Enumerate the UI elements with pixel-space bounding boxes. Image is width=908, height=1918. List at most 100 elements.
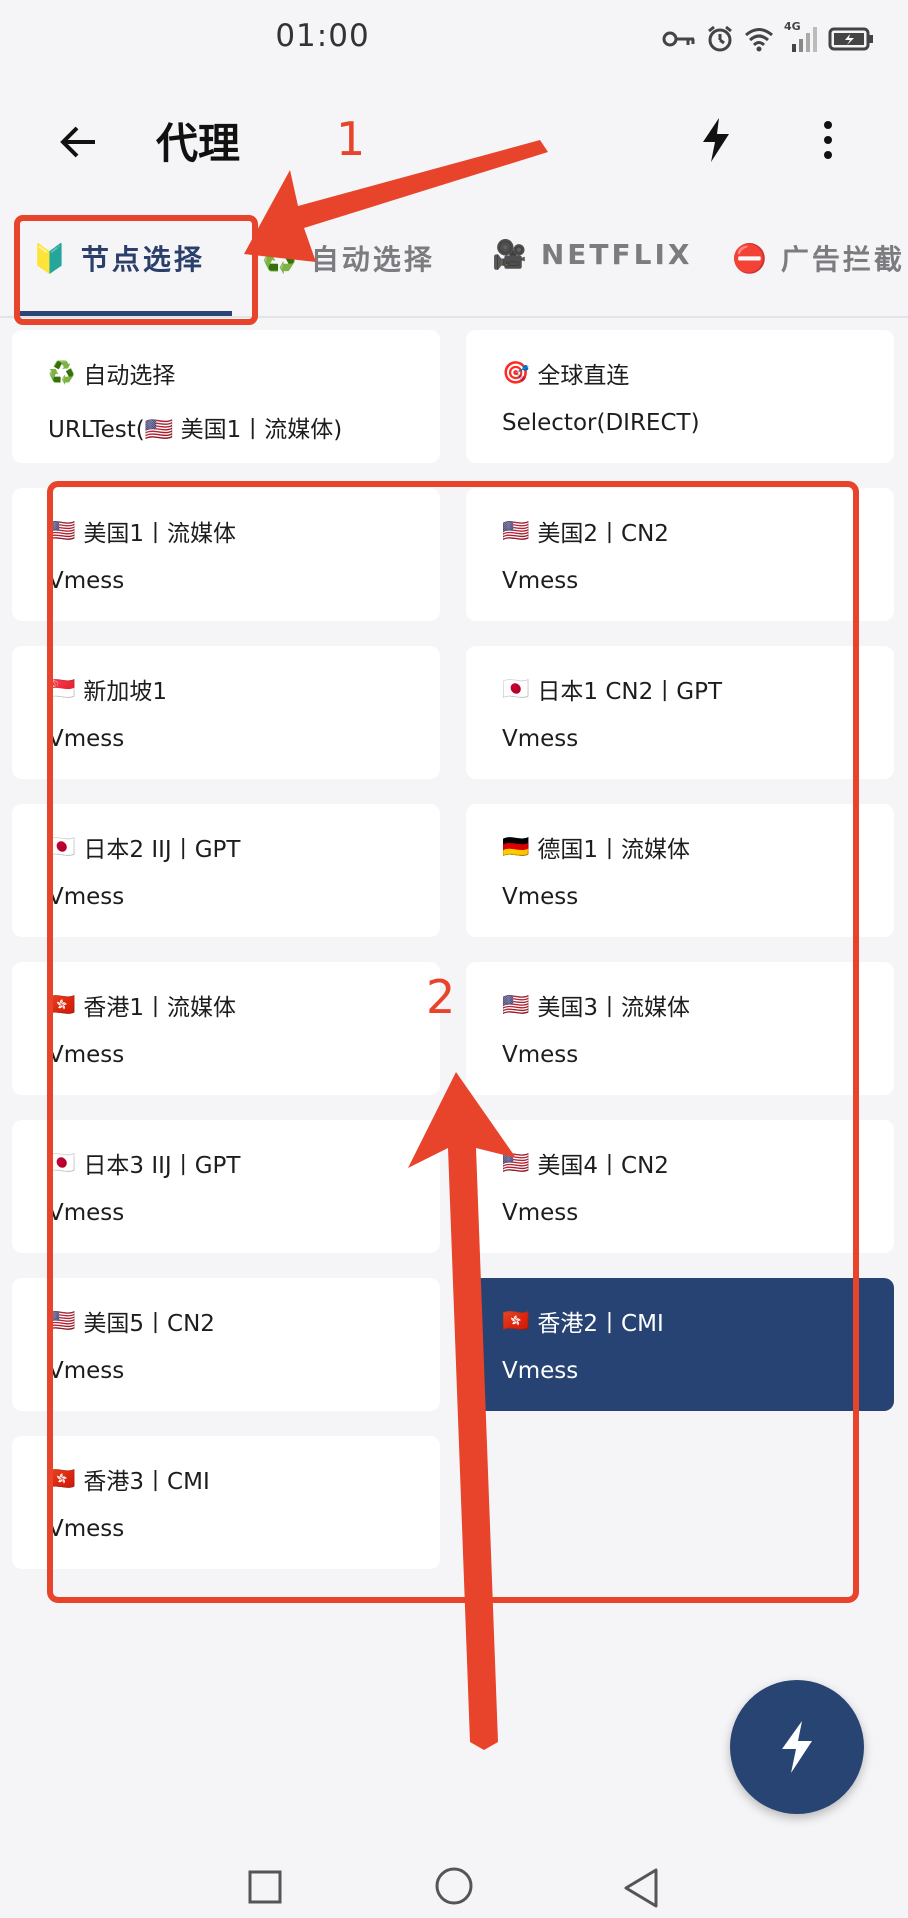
proxy-type: Vmess <box>48 1358 125 1384</box>
proxy-card[interactable]: 🇯🇵 日本3 IIJ丨GPT Vmess <box>12 1120 440 1253</box>
flag-de-icon: 🇩🇪 <box>502 834 530 860</box>
recycle-icon: ♻️ <box>262 241 297 275</box>
page-title: 代理 <box>156 119 241 168</box>
proxy-card[interactable]: 🇺🇸 美国3丨流媒体 Vmess <box>466 962 894 1095</box>
proxy-name: 🇯🇵 日本2 IIJ丨GPT <box>48 830 440 864</box>
proxy-name: 🇺🇸 美国3丨流媒体 <box>502 988 894 1022</box>
proxy-card[interactable]: ♻️ 自动选择 URLTest(🇺🇸 美国1丨流媒体) <box>12 330 440 463</box>
proxy-name-text: 美国2丨CN2 <box>537 521 669 547</box>
proxy-card[interactable]: 🇭🇰 香港3丨CMI Vmess <box>12 1436 440 1569</box>
recycle-icon: ♻️ <box>48 360 76 386</box>
proxy-type: Vmess <box>48 1200 125 1226</box>
tab-label: 自动选择 <box>310 243 435 276</box>
status-icons: 4G <box>662 20 874 56</box>
proxy-card[interactable]: 🇸🇬 新加坡1 Vmess <box>12 646 440 779</box>
tab-node-select[interactable]: 🔰 节点选择 <box>32 238 205 278</box>
proxy-card[interactable]: 🇯🇵 日本2 IIJ丨GPT Vmess <box>12 804 440 937</box>
proxy-name: 🇭🇰 香港1丨流媒体 <box>48 988 440 1022</box>
proxy-type: Vmess <box>502 726 579 752</box>
flag-us-icon: 🇺🇸 <box>48 1308 76 1334</box>
proxy-type: Vmess <box>502 1358 579 1384</box>
wifi-icon <box>744 26 774 52</box>
proxy-type: Vmess <box>502 884 579 910</box>
more-options-button[interactable] <box>800 112 856 168</box>
proxy-card[interactable]: 🇺🇸 美国4丨CN2 Vmess <box>466 1120 894 1253</box>
proxy-card[interactable]: 🎯 全球直连 Selector(DIRECT) <box>466 330 894 463</box>
proxy-name: 🇺🇸 美国5丨CN2 <box>48 1304 440 1338</box>
proxy-name: 🇯🇵 日本3 IIJ丨GPT <box>48 1146 440 1180</box>
proxy-name-text: 美国4丨CN2 <box>537 1153 669 1179</box>
tab-auto-select[interactable]: ♻️ 自动选择 <box>262 238 435 278</box>
flag-us-icon: 🇺🇸 <box>502 518 530 544</box>
proxy-card[interactable]: 🇺🇸 美国2丨CN2 Vmess <box>466 488 894 621</box>
proxy-name: 🇺🇸 美国4丨CN2 <box>502 1146 894 1180</box>
proxy-name: 🎯 全球直连 <box>502 356 894 390</box>
tab-label: 广告拦截 <box>780 243 905 276</box>
tab-indicator <box>14 311 232 316</box>
proxy-type: Vmess <box>502 1042 579 1068</box>
beginner-badge-icon: 🔰 <box>32 241 67 275</box>
recents-nav-button[interactable] <box>246 1868 296 1918</box>
proxy-card-selected[interactable]: 🇭🇰 香港2丨CMI Vmess <box>466 1278 894 1411</box>
flag-hk-icon: 🇭🇰 <box>502 1308 530 1334</box>
flag-us-icon: 🇺🇸 <box>502 1150 530 1176</box>
tab-ad-block[interactable]: ⛔ 广告拦截 <box>732 238 905 278</box>
signal-4g-icon: 4G <box>784 20 818 54</box>
tab-label: 节点选择 <box>80 243 205 276</box>
proxy-type: Vmess <box>502 568 579 594</box>
annotation-label-1: 1 <box>336 112 366 166</box>
home-nav-button[interactable] <box>432 1864 482 1914</box>
tab-label: NETFLIX <box>540 238 693 271</box>
app-bar: 代理 <box>0 96 908 180</box>
arrow-back-icon <box>60 126 95 158</box>
speed-test-fab[interactable] <box>730 1680 864 1814</box>
flag-jp-icon: 🇯🇵 <box>48 1150 76 1176</box>
no-entry-icon: ⛔ <box>732 241 767 275</box>
proxy-name-text: 香港1丨流媒体 <box>83 995 237 1021</box>
key-icon <box>662 29 696 49</box>
back-nav-button[interactable] <box>622 1866 672 1916</box>
status-bar: 01:00 4G <box>0 0 908 76</box>
flag-sg-icon: 🇸🇬 <box>48 676 76 702</box>
proxy-name-text: 自动选择 <box>83 363 176 389</box>
proxy-name-text: 日本2 IIJ丨GPT <box>83 837 241 863</box>
triangle-back-icon <box>624 1868 658 1908</box>
speed-test-button[interactable] <box>688 112 744 168</box>
proxy-name-text: 日本1 CN2丨GPT <box>537 679 722 705</box>
proxy-type: Vmess <box>48 1042 125 1068</box>
flag-jp-icon: 🇯🇵 <box>48 834 76 860</box>
proxy-type: Vmess <box>48 1516 125 1542</box>
proxy-card[interactable]: 🇯🇵 日本1 CN2丨GPT Vmess <box>466 646 894 779</box>
proxy-type: Vmess <box>48 884 125 910</box>
proxy-name-text: 德国1丨流媒体 <box>537 837 691 863</box>
proxy-name-text: 美国1丨流媒体 <box>83 521 237 547</box>
battery-icon <box>828 26 874 52</box>
proxy-name-text: 美国3丨流媒体 <box>537 995 691 1021</box>
tab-bar: 🔰 节点选择 ♻️ 自动选择 🎥 NETFLIX ⛔ 广告拦截 <box>0 212 908 318</box>
proxy-card[interactable]: 🇭🇰 香港1丨流媒体 Vmess <box>12 962 440 1095</box>
flag-hk-icon: 🇭🇰 <box>48 1466 76 1492</box>
status-time: 01:00 <box>275 18 370 54</box>
movie-camera-icon: 🎥 <box>492 238 527 271</box>
proxy-name: ♻️ 自动选择 <box>48 356 440 390</box>
proxy-name: 🇩🇪 德国1丨流媒体 <box>502 830 894 864</box>
square-recents-icon <box>248 1870 282 1904</box>
flag-jp-icon: 🇯🇵 <box>502 676 530 702</box>
flag-hk-icon: 🇭🇰 <box>48 992 76 1018</box>
proxy-name-text: 香港2丨CMI <box>537 1311 664 1337</box>
proxy-name: 🇭🇰 香港3丨CMI <box>48 1462 440 1496</box>
proxy-card[interactable]: 🇺🇸 美国5丨CN2 Vmess <box>12 1278 440 1411</box>
proxy-card[interactable]: 🇩🇪 德国1丨流媒体 Vmess <box>466 804 894 937</box>
proxy-name-text: 新加坡1 <box>83 679 168 705</box>
annotation-label-2: 2 <box>426 970 456 1024</box>
proxy-name-text: 香港3丨CMI <box>83 1469 210 1495</box>
proxy-type: Vmess <box>48 568 125 594</box>
circle-home-icon <box>435 1867 473 1905</box>
proxy-card[interactable]: 🇺🇸 美国1丨流媒体 Vmess <box>12 488 440 621</box>
proxy-name: 🇯🇵 日本1 CN2丨GPT <box>502 672 894 706</box>
back-button[interactable] <box>50 114 106 170</box>
tab-netflix[interactable]: 🎥 NETFLIX <box>492 238 693 271</box>
proxy-type: Selector(DIRECT) <box>502 410 700 436</box>
more-vert-icon <box>824 121 832 159</box>
target-icon: 🎯 <box>502 360 530 386</box>
